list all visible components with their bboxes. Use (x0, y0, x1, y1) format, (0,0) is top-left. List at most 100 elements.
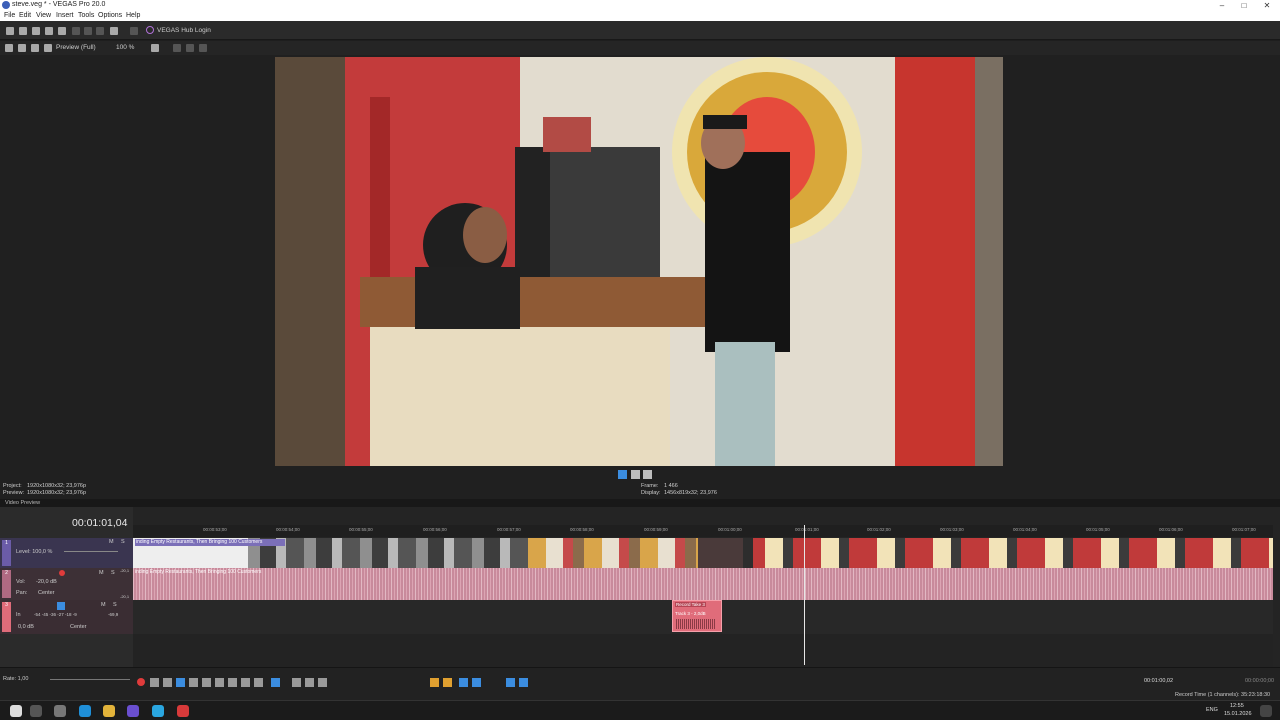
marker-icon[interactable] (430, 678, 439, 687)
menu-insert[interactable]: Insert (56, 12, 74, 19)
edit-tool-icon[interactable] (271, 678, 280, 687)
ignore-grouping-icon[interactable] (519, 678, 528, 687)
new-project-icon[interactable] (6, 27, 14, 35)
record-button-icon[interactable] (137, 678, 145, 686)
menu-tools[interactable]: Tools (78, 12, 94, 19)
playback-rate[interactable]: Rate: 1,00 (3, 676, 28, 682)
settings-gear-icon[interactable] (58, 27, 66, 35)
video-clip-header[interactable]: inding Empty Restaurants, Then Bringing … (135, 539, 285, 546)
playhead-cursor[interactable] (804, 525, 805, 665)
play-icon[interactable] (176, 678, 185, 687)
windows-start-icon[interactable] (10, 705, 22, 717)
video-clip[interactable] (753, 538, 1273, 568)
record-arm-icon[interactable] (59, 570, 65, 576)
pan-value[interactable]: Center (38, 590, 55, 596)
play-icon[interactable] (618, 470, 627, 479)
maximize-button[interactable]: □ (1233, 0, 1255, 11)
envelope-tool-icon[interactable] (292, 678, 301, 687)
video-track[interactable]: inding Empty Restaurants, Then Bringing … (133, 538, 1273, 568)
zoom-tool-icon[interactable] (318, 678, 327, 687)
edge-browser-icon[interactable] (79, 705, 91, 717)
empty-track-area[interactable] (133, 634, 1273, 667)
mute-button[interactable]: M (101, 602, 106, 608)
close-button[interactable]: ✕ (1256, 0, 1278, 11)
volume-value[interactable]: -20,0 dB (36, 579, 57, 585)
cursor-time[interactable]: 00:01:00,02 (1144, 678, 1173, 684)
render-icon[interactable] (45, 27, 53, 35)
video-clip[interactable] (248, 538, 528, 568)
external-monitor-icon[interactable] (18, 44, 26, 52)
recorded-audio-clip[interactable]: Record Take 3 Track 3 - 2,0dB (672, 600, 722, 632)
mute-button[interactable]: M (99, 570, 104, 576)
video-level[interactable]: Level: 100,0 % (16, 549, 52, 555)
play-from-start-icon[interactable] (163, 678, 172, 687)
recorder-app-icon[interactable] (177, 705, 189, 717)
fx-icon[interactable] (31, 44, 39, 52)
pause-icon[interactable] (631, 470, 640, 479)
split-screen-icon[interactable] (44, 44, 52, 52)
record-arm-icon[interactable] (57, 602, 65, 610)
loop-icon[interactable] (150, 678, 159, 687)
rate-slider[interactable] (50, 679, 130, 680)
task-view-icon[interactable] (54, 705, 66, 717)
clock-time[interactable]: 12:55 (1230, 703, 1244, 709)
timecode-display[interactable]: 00:01:01,04 (72, 517, 127, 529)
clock-date[interactable]: 15.01.2026 (1224, 711, 1252, 717)
vegas-hub-login[interactable]: VEGAS Hub Login (146, 26, 211, 34)
stop-icon[interactable] (202, 678, 211, 687)
timeline-ruler[interactable]: 00:00:53;00 00:00:54;00 00:00:55;00 00:0… (133, 525, 1273, 537)
telegram-icon[interactable] (152, 705, 164, 717)
video-clip[interactable] (698, 538, 743, 568)
menu-options[interactable]: Options (98, 12, 122, 19)
menu-file[interactable]: File (4, 12, 15, 19)
audio-track-header[interactable]: 2 Vol: -20,0 dB Pan: Center M S -20,1 -2… (0, 568, 133, 600)
language-indicator[interactable]: ENG (1206, 707, 1218, 713)
minimize-button[interactable]: – (1211, 0, 1233, 11)
previous-frame-icon[interactable] (241, 678, 250, 687)
auto-ripple-icon[interactable] (472, 678, 481, 687)
undo-icon[interactable] (110, 27, 118, 35)
lock-envelopes-icon[interactable] (506, 678, 515, 687)
video-track-header[interactable]: 1 Level: 100,0 % M S (0, 538, 133, 568)
pan-value[interactable]: Center (70, 624, 87, 630)
solo-button[interactable]: S (111, 570, 115, 576)
copy-snapshot-icon[interactable] (173, 44, 181, 52)
pause-icon[interactable] (189, 678, 198, 687)
notification-icon[interactable] (1260, 705, 1272, 717)
paste-icon[interactable] (96, 27, 104, 35)
search-icon[interactable] (30, 705, 42, 717)
preview-quality-dropdown[interactable]: Preview (Full) (56, 44, 96, 51)
chrome-browser-icon[interactable] (103, 705, 115, 717)
selection-end-time[interactable]: 00:00:00;00 (1245, 678, 1274, 684)
grid-overlay-icon[interactable] (151, 44, 159, 52)
snapping-icon[interactable] (459, 678, 468, 687)
redo-icon[interactable] (130, 27, 138, 35)
preview-zoom-dropdown[interactable]: 100 % (116, 44, 134, 51)
menu-help[interactable]: Help (126, 12, 140, 19)
preview-settings-gear-icon[interactable] (5, 44, 13, 52)
record-track-header[interactable]: 3 In -54 -45 -36 -27 -18 -9 -69,9 0,0 dB… (0, 600, 133, 634)
save-icon[interactable] (32, 27, 40, 35)
level-slider[interactable] (64, 551, 118, 552)
region-icon[interactable] (443, 678, 452, 687)
open-project-icon[interactable] (19, 27, 27, 35)
solo-button[interactable]: S (113, 602, 117, 608)
next-frame-icon[interactable] (254, 678, 263, 687)
audio-track[interactable]: inding Empty Restaurants, Then Bringing … (133, 568, 1273, 600)
mute-button[interactable]: M (109, 539, 114, 545)
gain-value[interactable]: 0,0 dB (18, 624, 34, 630)
menu-edit[interactable]: Edit (19, 12, 31, 19)
cut-icon[interactable] (72, 27, 80, 35)
selection-tool-icon[interactable] (305, 678, 314, 687)
stop-icon[interactable] (643, 470, 652, 479)
go-to-start-icon[interactable] (215, 678, 224, 687)
solo-button[interactable]: S (121, 539, 125, 545)
audio-clip-header[interactable]: inding Empty Restaurants, Then Bringing … (135, 569, 285, 576)
menu-view[interactable]: View (36, 12, 51, 19)
copy-icon[interactable] (84, 27, 92, 35)
vegas-pro-taskbar-icon[interactable] (127, 705, 139, 717)
video-preview-tab[interactable]: Video Preview (5, 500, 40, 506)
go-to-end-icon[interactable] (228, 678, 237, 687)
safe-areas-icon[interactable] (199, 44, 207, 52)
video-clip[interactable] (528, 538, 698, 568)
